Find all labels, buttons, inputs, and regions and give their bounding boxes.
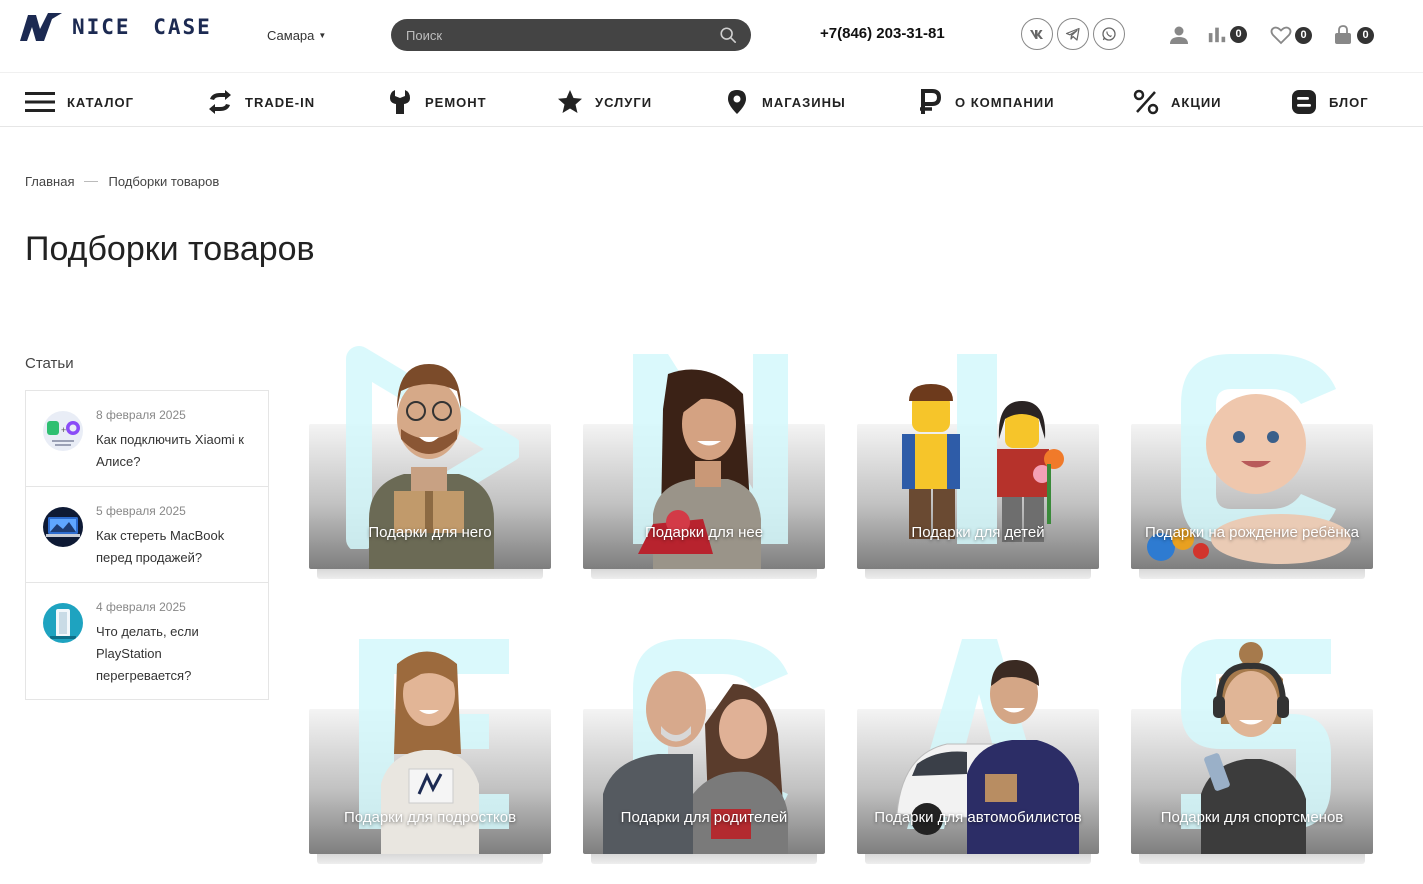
star-icon: [558, 90, 582, 113]
telegram-icon: [1065, 27, 1080, 41]
compare-button[interactable]: 0: [1207, 24, 1247, 44]
compare-bars-icon: [1208, 27, 1226, 43]
breadcrumb: Главная Подборки товаров: [25, 174, 219, 189]
city-label: Самара: [267, 28, 315, 43]
svg-text:+: +: [61, 425, 66, 435]
ruble-icon: [920, 89, 942, 114]
card-label: Подарки для детей: [911, 524, 1045, 541]
compare-count-badge: 0: [1230, 25, 1247, 43]
nav-item-catalog[interactable]: КАТАЛОГ: [25, 87, 134, 117]
card-label: Подарки для него: [368, 524, 492, 541]
nav-label: БЛОГ: [1329, 94, 1369, 110]
card-label: Подарки для подростков: [343, 809, 517, 826]
search-input[interactable]: [406, 19, 706, 51]
cart-button[interactable]: 0: [1332, 24, 1374, 46]
card-label: Подарки для родителей: [620, 809, 788, 826]
telegram-button[interactable]: [1057, 18, 1089, 50]
top-header: NICE CASE Самара ▼ +7(846) 203-31-81: [0, 0, 1423, 70]
favorites-button[interactable]: 0: [1270, 24, 1312, 46]
logo-text: NICE CASE: [72, 15, 212, 39]
article-thumbnail: [43, 507, 83, 547]
search-bar: [391, 19, 751, 51]
collection-card-for-kids[interactable]: Подарки для детей: [857, 319, 1099, 579]
collection-card-newborn[interactable]: Подарки на рождение ребёнка: [1131, 319, 1373, 579]
article-title: Что делать, если PlayStation перегревает…: [96, 624, 199, 683]
article-date: 8 февраля 2025: [96, 408, 186, 422]
main-nav: КАТАЛОГ TRADE-IN РЕМОНТ УСЛУГИ МАГАЗИНЫ …: [0, 72, 1423, 127]
whatsapp-button[interactable]: [1093, 18, 1125, 50]
nav-item-repair[interactable]: РЕМОНТ: [387, 87, 487, 117]
nav-label: АКЦИИ: [1171, 94, 1222, 110]
article-title: Как стереть MacBook перед продажей?: [96, 528, 225, 565]
article-item[interactable]: 4 февраля 2025 Что делать, если PlayStat…: [26, 583, 268, 699]
cart-count-badge: 0: [1357, 26, 1374, 44]
phone-number[interactable]: +7(846) 203-31-81: [820, 25, 945, 42]
nav-label: КАТАЛОГ: [67, 94, 134, 110]
card-label: Подарки для нее: [644, 524, 764, 541]
article-item[interactable]: 5 февраля 2025 Как стереть MacBook перед…: [26, 487, 268, 583]
nav-label: МАГАЗИНЫ: [762, 94, 846, 110]
collection-card-athletes[interactable]: Подарки для спортсменов: [1131, 604, 1373, 864]
menu-icon: [25, 92, 55, 112]
heart-icon: [1270, 26, 1292, 45]
collection-card-teens[interactable]: Подарки для подростков: [309, 604, 551, 864]
percent-icon: [1133, 89, 1159, 115]
blog-icon: [1292, 90, 1316, 114]
breadcrumb-separator: [84, 181, 99, 182]
collection-card-for-her[interactable]: Подарки для нее: [583, 319, 825, 579]
card-shadow: [865, 569, 1091, 579]
vk-icon: [1030, 30, 1043, 39]
card-shadow: [317, 854, 543, 864]
user-icon: [1170, 26, 1188, 44]
favorites-count-badge: 0: [1295, 26, 1312, 44]
account-button[interactable]: [1168, 24, 1190, 46]
nav-item-blog[interactable]: БЛОГ: [1291, 87, 1369, 117]
nav-item-services[interactable]: УСЛУГИ: [557, 87, 652, 117]
caret-down-icon: ▼: [318, 31, 327, 40]
article-thumbnail: +: [43, 411, 83, 451]
article-title: Как подключить Xiaomi к Алисе?: [96, 432, 244, 469]
basket-icon: [1335, 25, 1351, 44]
breadcrumb-home-link[interactable]: Главная: [25, 174, 74, 189]
card-shadow: [1139, 569, 1365, 579]
wrench-icon: [390, 90, 410, 114]
nav-item-trade-in[interactable]: TRADE-IN: [207, 87, 315, 117]
nav-item-about[interactable]: О КОМПАНИИ: [917, 87, 1054, 117]
nav-label: TRADE-IN: [245, 94, 316, 110]
breadcrumb-current: Подборки товаров: [108, 174, 220, 189]
card-label: Подарки для автомобилистов: [874, 809, 1082, 826]
nav-item-promotions[interactable]: АКЦИИ: [1133, 87, 1222, 117]
card-shadow: [1139, 854, 1365, 864]
articles-list: + 8 февраля 2025 Как подключить Xiaomi к…: [25, 390, 269, 700]
search-icon[interactable]: [719, 26, 737, 44]
nav-label: О КОМПАНИИ: [955, 94, 1055, 110]
nav-label: УСЛУГИ: [595, 94, 653, 110]
collection-card-for-him[interactable]: Подарки для него: [309, 319, 551, 579]
logo-mark-icon: [20, 13, 62, 41]
page-title: Подборки товаров: [25, 230, 315, 268]
collection-card-parents[interactable]: Подарки для родителей: [583, 604, 825, 864]
nav-label: РЕМОНТ: [425, 94, 487, 110]
card-shadow: [865, 854, 1091, 864]
card-shadow: [317, 569, 543, 579]
article-date: 4 февраля 2025: [96, 600, 186, 614]
collection-card-drivers[interactable]: Подарки для автомобилистов: [857, 604, 1099, 864]
nav-item-stores[interactable]: МАГАЗИНЫ: [724, 87, 846, 117]
article-date: 5 февраля 2025: [96, 504, 186, 518]
card-label: Подарки на рождение ребёнка: [1145, 524, 1359, 541]
card-shadow: [591, 854, 817, 864]
sidebar-title: Статьи: [25, 355, 74, 372]
map-pin-icon: [728, 90, 746, 114]
card-shadow: [591, 569, 817, 579]
vk-button[interactable]: [1021, 18, 1053, 50]
city-selector[interactable]: Самара ▼: [267, 28, 326, 43]
logo[interactable]: NICE CASE: [18, 11, 212, 43]
article-thumbnail: [43, 603, 83, 643]
article-item[interactable]: + 8 февраля 2025 Как подключить Xiaomi к…: [26, 391, 268, 487]
card-label: Подарки для спортсменов: [1160, 809, 1344, 826]
whatsapp-icon: [1102, 27, 1116, 41]
exchange-icon: [209, 90, 231, 114]
